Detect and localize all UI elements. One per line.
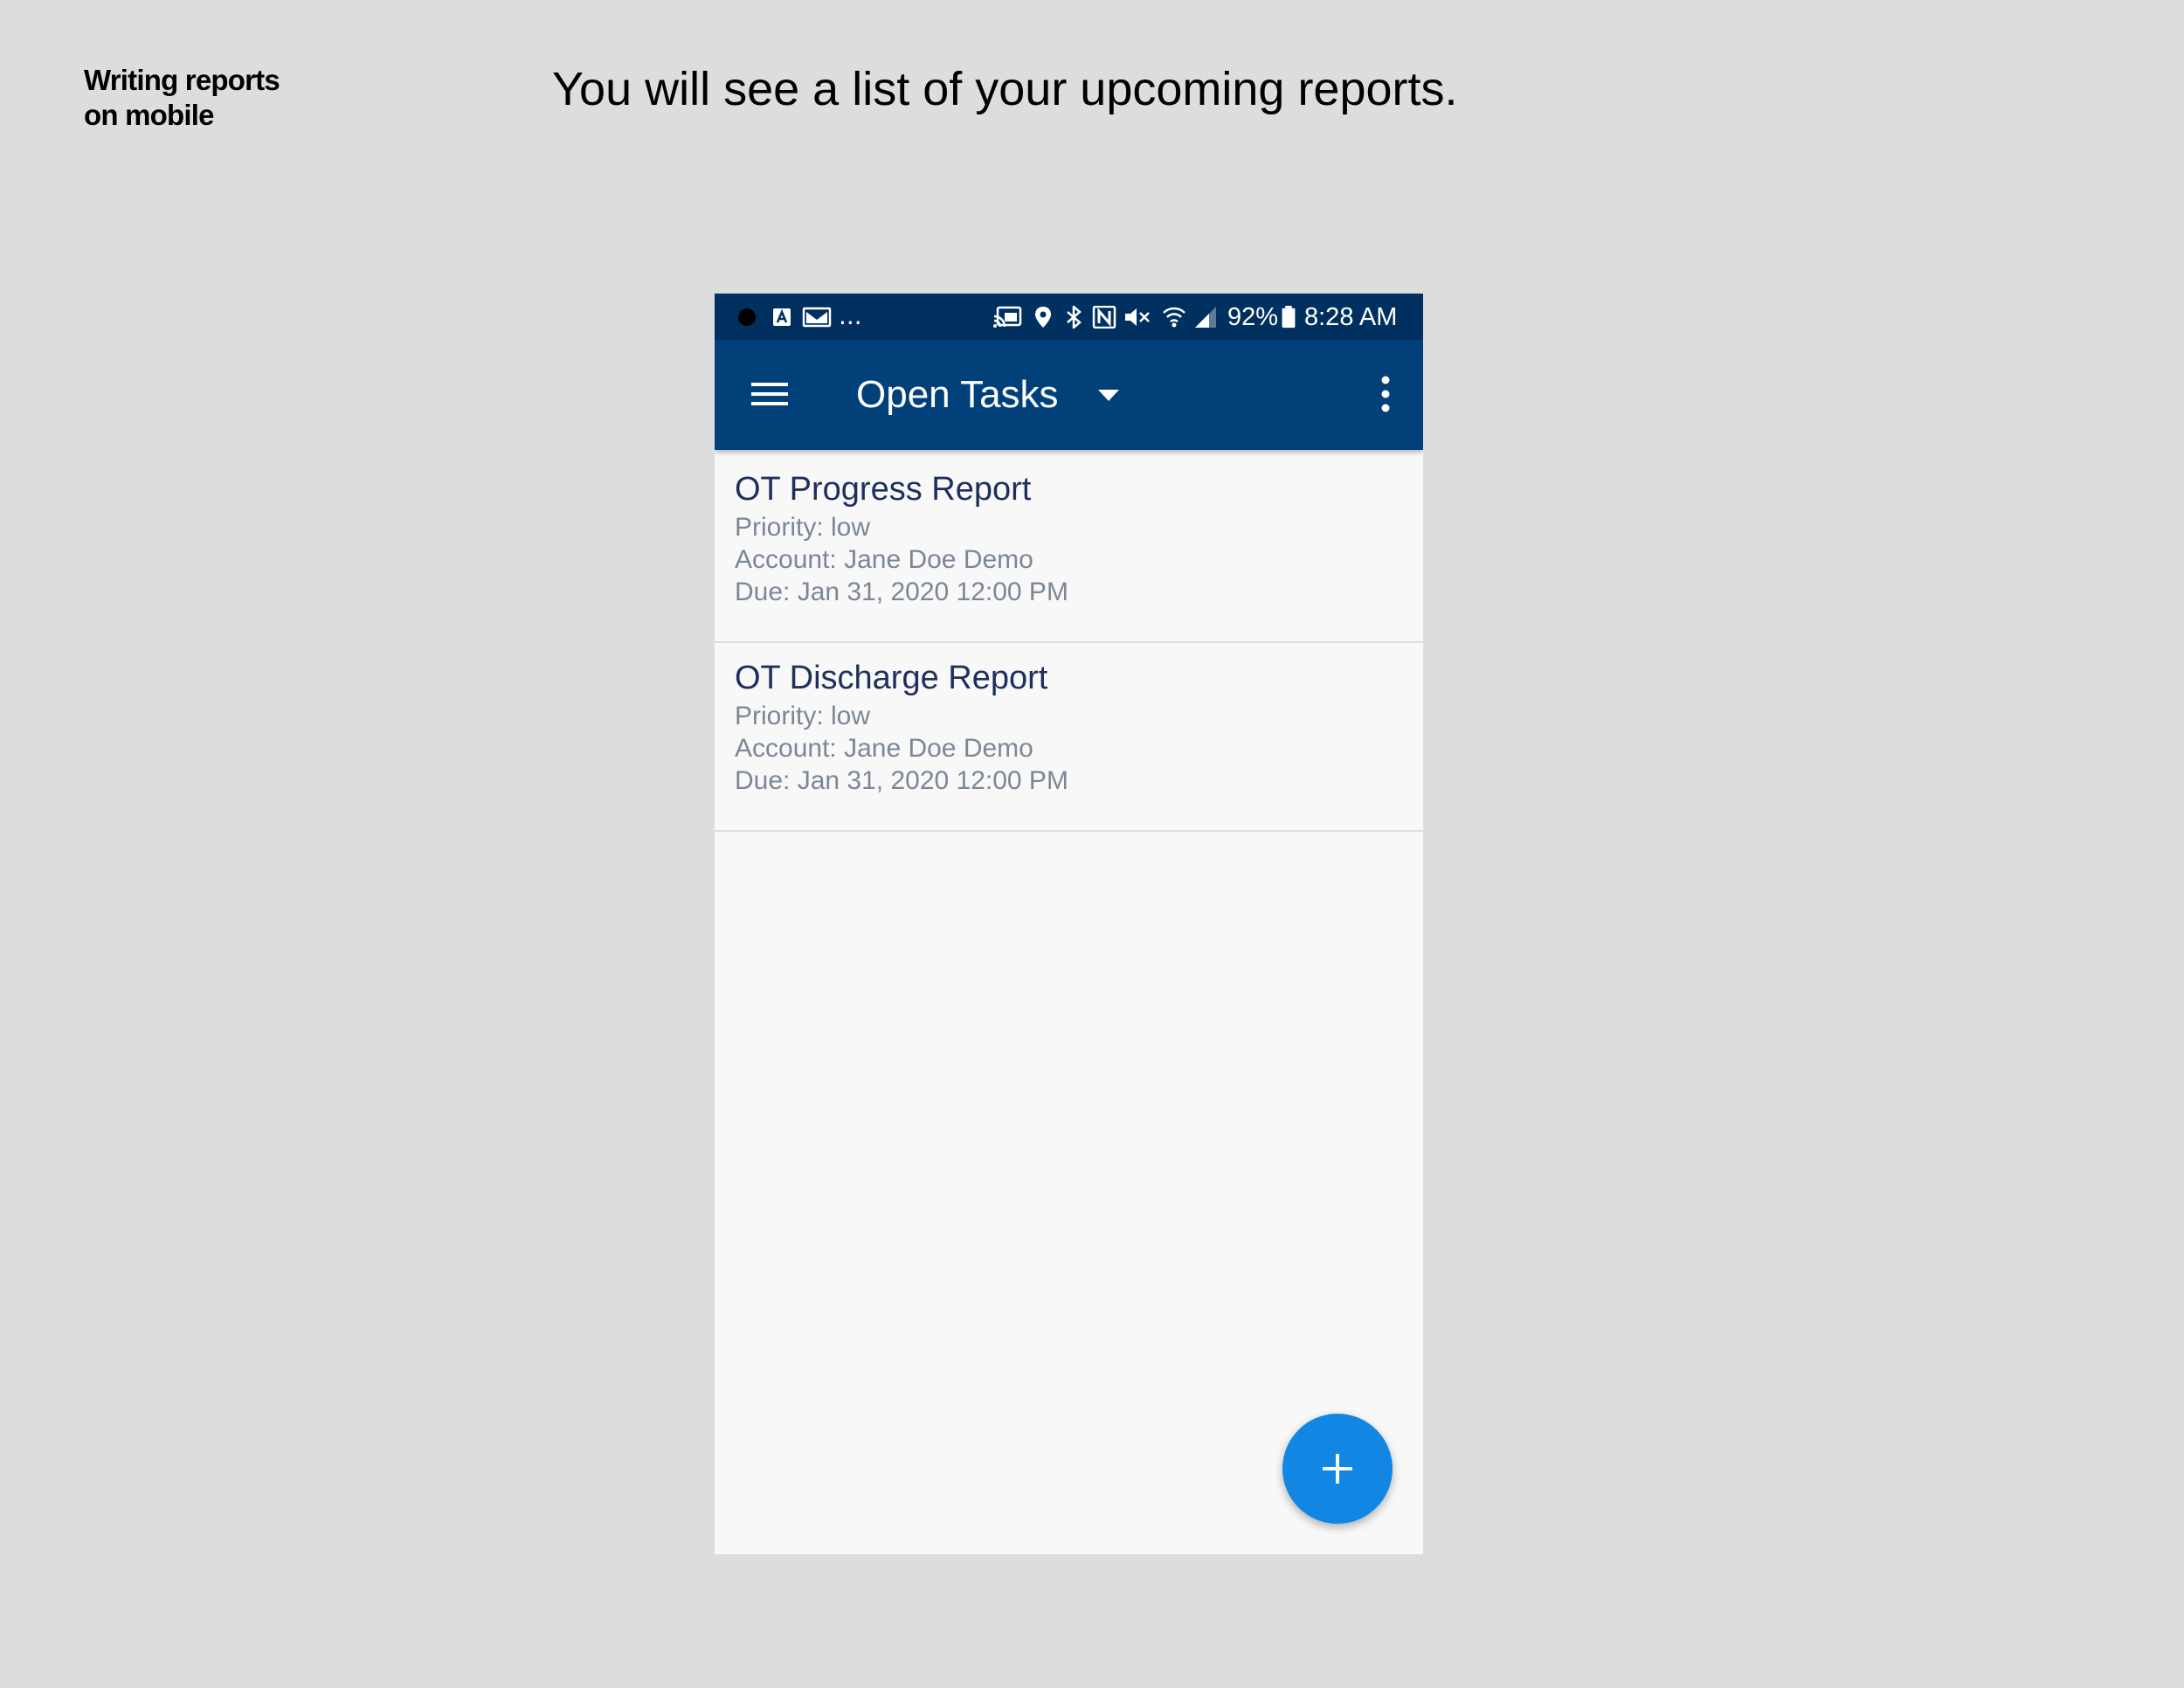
task-account: Account: Jane Doe Demo	[735, 734, 1033, 763]
section-label-line-1: Writing reports	[84, 64, 280, 96]
more-options-button[interactable]	[1372, 373, 1399, 415]
menu-button[interactable]	[750, 374, 790, 414]
task-list-item[interactable]: OT Progress Report Priority: low Account…	[715, 453, 1423, 643]
task-title: OT Discharge Report	[735, 660, 1048, 696]
status-bar: ... 92% 8:28 AM	[715, 294, 1423, 340]
battery-icon	[1282, 306, 1296, 329]
nfc-icon	[1092, 306, 1116, 329]
section-label-line-2: on mobile	[84, 99, 214, 131]
app-a-icon	[773, 308, 791, 326]
task-due-date: Due: Jan 31, 2020 12:00 PM	[735, 766, 1068, 795]
status-overflow: ...	[839, 301, 862, 330]
add-task-button[interactable]	[1282, 1414, 1393, 1524]
phone-screen: ... 92% 8:28 AM Open Tasks OT Progress R…	[715, 294, 1423, 1554]
task-account: Account: Jane Doe Demo	[735, 545, 1033, 574]
hamburger-menu-icon	[751, 383, 788, 405]
slide-headline: You will see a list of your upcoming rep…	[552, 63, 1458, 115]
wifi-icon	[1163, 307, 1185, 328]
mute-icon	[1125, 308, 1150, 326]
status-clock: 8:28 AM	[1304, 303, 1398, 331]
plus-icon	[1323, 1454, 1352, 1484]
more-vertical-icon	[1381, 376, 1390, 412]
section-label: Writing reports on mobile	[84, 63, 280, 133]
location-icon	[1035, 307, 1051, 328]
app-toolbar: Open Tasks	[715, 340, 1423, 450]
gmail-icon	[802, 307, 832, 328]
battery-percent: 92%	[1227, 303, 1279, 331]
task-priority: Priority: low	[735, 702, 871, 730]
toolbar-title: Open Tasks	[856, 373, 1059, 416]
signal-icon	[1195, 307, 1216, 328]
task-priority: Priority: low	[735, 513, 871, 542]
task-due-date: Due: Jan 31, 2020 12:00 PM	[735, 578, 1068, 606]
dropdown-caret-icon	[1098, 390, 1119, 401]
cast-icon	[993, 306, 1022, 328]
task-title: OT Progress Report	[735, 471, 1032, 508]
record-dot-icon	[738, 308, 756, 326]
task-list-item[interactable]: OT Discharge Report Priority: low Accoun…	[715, 641, 1423, 832]
bluetooth-icon	[1067, 306, 1082, 329]
